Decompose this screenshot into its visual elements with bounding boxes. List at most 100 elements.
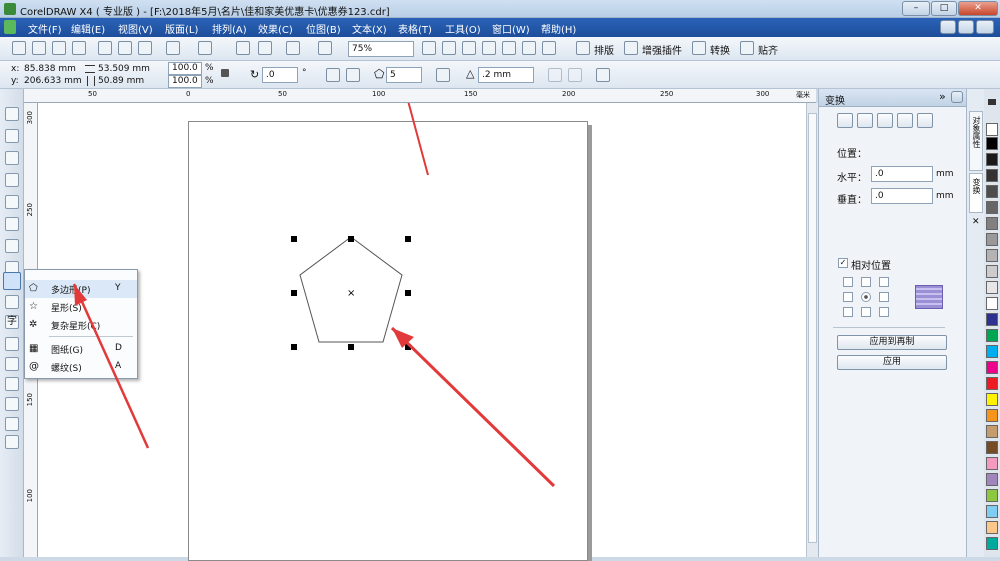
height-value[interactable]: 50.89 mm: [98, 76, 144, 86]
mirror-vertical-icon[interactable]: [346, 68, 360, 82]
horizontal-ruler[interactable]: 50 0 50 100 150 200 250 300 毫米: [24, 89, 816, 103]
anchor-bottom-left[interactable]: [843, 307, 853, 317]
color-swatch[interactable]: [986, 377, 998, 390]
horizontal-position-input[interactable]: .0: [871, 166, 933, 182]
color-swatch[interactable]: [986, 361, 998, 374]
no-color-swatch[interactable]: [986, 123, 998, 136]
color-swatch[interactable]: [986, 505, 998, 518]
table-tool-icon[interactable]: [5, 337, 19, 351]
welcome-screen-icon[interactable]: [318, 41, 332, 55]
color-swatch[interactable]: [986, 441, 998, 454]
anchor-middle-left[interactable]: [843, 292, 853, 302]
anchor-bottom-center[interactable]: [861, 307, 871, 317]
new-document-icon[interactable]: [12, 41, 26, 55]
anchor-top-left[interactable]: [843, 277, 853, 287]
anchor-bottom-right[interactable]: [879, 307, 889, 317]
menu-table[interactable]: 表格(T): [398, 21, 432, 36]
color-swatch[interactable]: [986, 265, 998, 278]
size-mode-button[interactable]: [897, 113, 913, 128]
vertical-scrollbar[interactable]: [806, 103, 818, 557]
anchor-center[interactable]: [861, 292, 871, 302]
selection-handle[interactable]: [291, 344, 297, 350]
y-position-value[interactable]: 206.633 mm: [24, 76, 82, 86]
x-position-value[interactable]: 85.838 mm: [24, 64, 76, 74]
undo-icon[interactable]: [166, 41, 180, 55]
color-swatch[interactable]: [986, 537, 998, 550]
color-swatch[interactable]: [986, 281, 998, 294]
redo-icon[interactable]: [198, 41, 212, 55]
color-swatch[interactable]: [986, 217, 998, 230]
zoom-level-select[interactable]: 75%: [348, 41, 414, 57]
selection-handle[interactable]: [405, 290, 411, 296]
maximize-button[interactable]: □: [931, 1, 957, 16]
rotate-mode-button[interactable]: [857, 113, 873, 128]
color-swatch[interactable]: [986, 473, 998, 486]
apply-to-duplicate-button[interactable]: 应用到再制: [837, 335, 947, 350]
zoom-out-icon[interactable]: [442, 41, 456, 55]
menu-view[interactable]: 视图(V): [118, 21, 153, 36]
convert-button[interactable]: 转换: [710, 42, 730, 57]
anchor-middle-right[interactable]: [879, 292, 889, 302]
color-swatch[interactable]: [986, 169, 998, 182]
print-icon[interactable]: [72, 41, 86, 55]
menu-layout[interactable]: 版面(L): [165, 21, 198, 36]
freehand-tool-icon[interactable]: [5, 195, 19, 209]
zoom-height-icon[interactable]: [542, 41, 556, 55]
save-icon[interactable]: [52, 41, 66, 55]
color-swatch[interactable]: [986, 329, 998, 342]
outline-tool-icon[interactable]: [5, 397, 19, 411]
color-swatch[interactable]: [986, 201, 998, 214]
menu-help[interactable]: 帮助(H): [541, 21, 576, 36]
menu-text[interactable]: 文本(X): [352, 21, 387, 36]
doc-minimize-button[interactable]: [940, 20, 956, 34]
mirror-horizontal-icon[interactable]: [326, 68, 340, 82]
docker-close-button[interactable]: [951, 91, 963, 103]
scale-y-input[interactable]: 100.0: [168, 75, 202, 88]
selection-handle[interactable]: [405, 236, 411, 242]
layout-plugin-button[interactable]: 排版: [594, 42, 614, 57]
menu-file[interactable]: 文件(F): [28, 21, 62, 36]
paste-icon[interactable]: [138, 41, 152, 55]
fill-tool-icon[interactable]: [5, 417, 19, 431]
convert-icon[interactable]: [692, 41, 706, 55]
lock-ratio-icon[interactable]: [221, 69, 229, 77]
menu-effects[interactable]: 效果(C): [258, 21, 293, 36]
selection-handle[interactable]: [348, 236, 354, 242]
position-mode-button[interactable]: [837, 113, 853, 128]
document-icon[interactable]: [4, 20, 16, 34]
outline-width-select[interactable]: .2 mm: [478, 67, 534, 83]
open-icon[interactable]: [32, 41, 46, 55]
vertical-position-input[interactable]: .0: [871, 188, 933, 204]
wrap-text-icon[interactable]: [436, 68, 450, 82]
minimize-button[interactable]: –: [902, 1, 930, 16]
scale-x-input[interactable]: 100.0: [168, 62, 202, 75]
menu-edit[interactable]: 编辑(E): [71, 21, 105, 36]
layout-plugin-icon[interactable]: [576, 41, 590, 55]
zoom-width-icon[interactable]: [522, 41, 536, 55]
tab-object-properties[interactable]: 对象属性: [969, 111, 983, 171]
zoom-page-icon[interactable]: [502, 41, 516, 55]
rotation-input[interactable]: .0: [262, 67, 298, 83]
palette-scroll-up-icon[interactable]: [988, 99, 996, 105]
crop-tool-icon[interactable]: [5, 151, 19, 165]
color-swatch[interactable]: [986, 233, 998, 246]
selection-handle[interactable]: [291, 290, 297, 296]
tab-transform[interactable]: 变换: [969, 173, 983, 213]
polygon-sides-input[interactable]: 5: [386, 67, 422, 83]
color-swatch[interactable]: [986, 153, 998, 166]
polygon-tool-icon[interactable]: [3, 272, 21, 290]
break-apart-icon[interactable]: [568, 68, 582, 82]
export-icon[interactable]: [258, 41, 272, 55]
color-swatch[interactable]: [986, 249, 998, 262]
snap-icon[interactable]: [740, 41, 754, 55]
scale-mode-button[interactable]: [877, 113, 893, 128]
color-swatch[interactable]: [986, 409, 998, 422]
menu-bitmaps[interactable]: 位图(B): [306, 21, 341, 36]
color-swatch[interactable]: [986, 137, 998, 150]
interactive-blend-tool-icon[interactable]: [5, 357, 19, 371]
enhance-plugin-icon[interactable]: [624, 41, 638, 55]
color-swatch[interactable]: [986, 297, 998, 310]
menu-tools[interactable]: 工具(O): [445, 21, 481, 36]
anchor-top-center[interactable]: [861, 277, 871, 287]
zoom-all-icon[interactable]: [482, 41, 496, 55]
